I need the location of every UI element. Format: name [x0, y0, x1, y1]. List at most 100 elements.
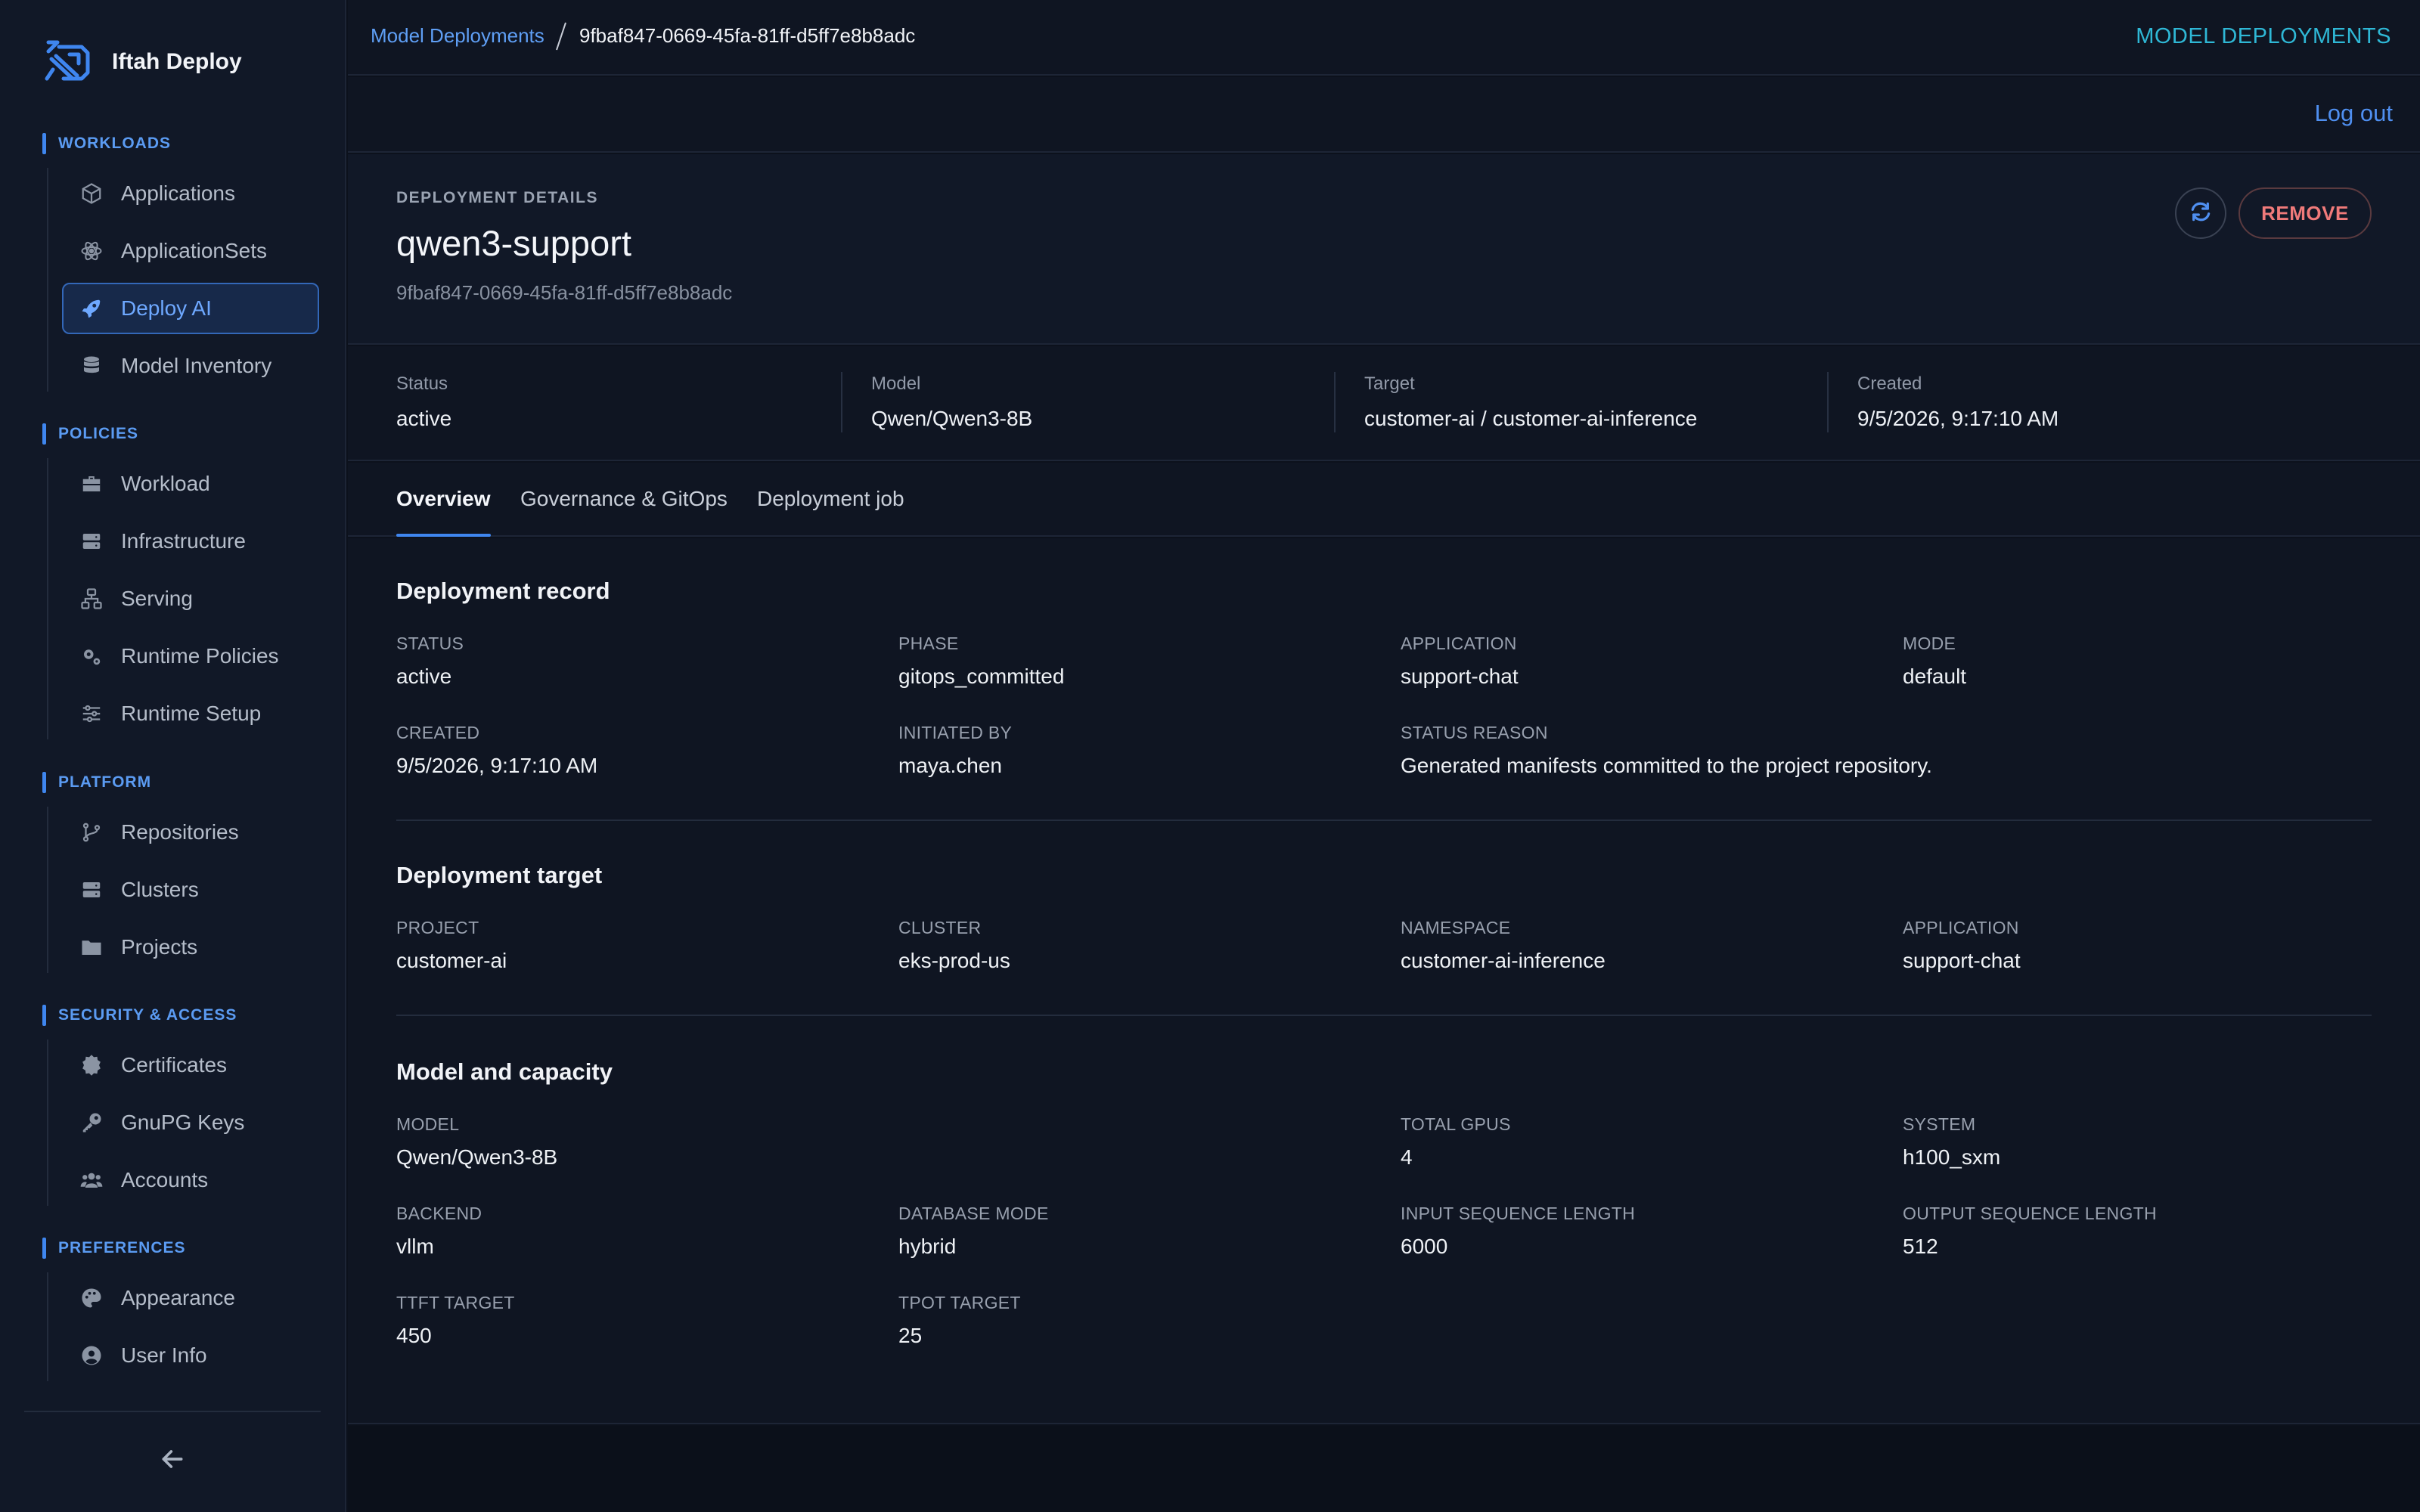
tab-deployment-job[interactable]: Deployment job [757, 487, 904, 537]
tab-overview[interactable]: Overview [396, 487, 491, 537]
remove-button[interactable]: REMOVE [2238, 187, 2372, 239]
summary-strip: Status active Model Qwen/Qwen3-8B Target… [348, 346, 2420, 461]
field-mode: MODE default [1903, 634, 1966, 689]
sidebar-item-label: ApplicationSets [121, 239, 268, 262]
database-icon [79, 353, 104, 379]
field-label: TPOT TARGET [898, 1293, 1021, 1312]
sidebar-item-accounts[interactable]: Accounts [62, 1154, 319, 1206]
server-icon [79, 877, 104, 903]
nav-group-items: Certificates GnuPG Keys Accounts [42, 1040, 319, 1206]
sidebar-item-certificates[interactable]: Certificates [62, 1040, 319, 1091]
field-value: support-chat [1401, 665, 1519, 688]
field-value: 4 [1401, 1145, 1413, 1169]
refresh-button[interactable] [2175, 187, 2226, 239]
field-label: SYSTEM [1903, 1114, 1976, 1134]
field-value: Qwen/Qwen3-8B [396, 1145, 558, 1169]
summary-model: Model Qwen/Qwen3-8B [841, 346, 1334, 460]
field-phase: PHASE gitops_committed [898, 634, 1064, 689]
nav-group-items: Workload Infrastructure Serving Runtime … [42, 458, 319, 739]
sidebar-item-repositories[interactable]: Repositories [62, 807, 319, 858]
deployment-id: 9fbaf847-0669-45fa-81ff-d5ff7e8b8adc [396, 281, 733, 304]
summary-label: Model [871, 373, 921, 394]
deployment-header: DEPLOYMENT DETAILS qwen3-support 9fbaf84… [348, 154, 2420, 345]
sidebar-item-label: Certificates [121, 1053, 228, 1077]
breadcrumb-model-deployments[interactable]: Model Deployments [371, 24, 544, 48]
sidebar-item-label: Infrastructure [121, 529, 246, 553]
field-value: 25 [898, 1324, 923, 1347]
sidebar-item-runtime-setup[interactable]: Runtime Setup [62, 688, 319, 739]
nav-group-platform: PLATFORM Repositories Clusters Projects [42, 772, 319, 979]
sidebar-item-model-inventory[interactable]: Model Inventory [62, 340, 319, 392]
nav-group-label: SECURITY & ACCESS [42, 1005, 319, 1026]
field-label: STATUS REASON [1401, 723, 1548, 742]
field-ttft-target: TTFT TARGET 450 [396, 1293, 515, 1348]
sidebar-item-serving[interactable]: Serving [62, 573, 319, 624]
model-deployments-nav-link[interactable]: MODEL DEPLOYMENTS [2136, 24, 2391, 49]
sidebar-item-deploy-ai[interactable]: Deploy AI [62, 283, 319, 334]
brand[interactable]: Iftah Deploy [42, 39, 242, 85]
sidebar-item-user-info[interactable]: User Info [62, 1330, 319, 1381]
field-label: CLUSTER [898, 918, 982, 937]
logout-link[interactable]: Log out [2315, 100, 2393, 127]
server-icon [79, 528, 104, 554]
arrow-left-icon [157, 1444, 188, 1478]
palette-icon [79, 1285, 104, 1311]
summary-value: Qwen/Qwen3-8B [871, 407, 1033, 430]
field-label: BACKEND [396, 1204, 482, 1223]
sliders-icon [79, 701, 104, 727]
nav-group-preferences: PREFERENCES Appearance User Info [42, 1238, 319, 1387]
field-value: h100_sxm [1903, 1145, 2001, 1169]
field-target-application: APPLICATION support-chat [1903, 918, 2021, 973]
sidebar-item-applications[interactable]: Applications [62, 168, 319, 219]
sidebar-item-workload[interactable]: Workload [62, 458, 319, 510]
field-value: customer-ai-inference [1401, 949, 1606, 972]
field-label: STATUS [396, 634, 464, 653]
sidebar-item-label: Runtime Policies [121, 644, 279, 668]
field-label: APPLICATION [1401, 634, 1517, 653]
field-value: support-chat [1903, 949, 2021, 972]
field-status-reason: STATUS REASON Generated manifests commit… [1401, 723, 1932, 778]
rocket-icon [79, 296, 104, 321]
nav-group-items: Appearance User Info [42, 1272, 319, 1381]
field-value: 450 [396, 1324, 432, 1347]
sidebar-item-projects[interactable]: Projects [62, 922, 319, 973]
summary-value: 9/5/2026, 9:17:10 AM [1857, 407, 2059, 430]
field-label: CREATED [396, 723, 480, 742]
field-value: Generated manifests committed to the pro… [1401, 754, 1932, 777]
field-value: 6000 [1401, 1235, 1448, 1258]
user-circle-icon [79, 1343, 104, 1368]
sidebar-item-label: Runtime Setup [121, 702, 262, 725]
users-icon [79, 1167, 104, 1193]
field-label: NAMESPACE [1401, 918, 1511, 937]
sidebar-item-infrastructure[interactable]: Infrastructure [62, 516, 319, 567]
summary-label: Created [1857, 373, 1922, 394]
section-title-deployment-target: Deployment target [396, 862, 603, 888]
sidebar-item-applicationsets[interactable]: ApplicationSets [62, 225, 319, 277]
top-bar: Model Deployments 9fbaf847-0669-45fa-81f… [348, 0, 2420, 76]
tab-governance-gitops[interactable]: Governance & GitOps [520, 487, 728, 537]
page-footer [348, 1426, 2420, 1512]
tab-bar: Overview Governance & GitOps Deployment … [348, 463, 2420, 537]
sidebar-item-label: Serving [121, 587, 193, 610]
sidebar-item-gnupg-keys[interactable]: GnuPG Keys [62, 1097, 319, 1148]
field-model: MODEL Qwen/Qwen3-8B [396, 1114, 557, 1170]
sidebar-item-label: Workload [121, 472, 210, 495]
field-value: eks-prod-us [898, 949, 1010, 972]
refresh-icon [2189, 200, 2213, 228]
sidebar-item-label: Accounts [121, 1168, 209, 1191]
sidebar: Iftah Deploy WORKLOADS Applications Appl… [0, 0, 346, 1512]
field-input-sequence-length: INPUT SEQUENCE LENGTH 6000 [1401, 1204, 1635, 1259]
nav-group-items: Applications ApplicationSets Deploy AI M… [42, 168, 319, 392]
sidebar-item-clusters[interactable]: Clusters [62, 864, 319, 916]
field-system: SYSTEM h100_sxm [1903, 1114, 2000, 1170]
collapse-sidebar-button[interactable] [151, 1444, 194, 1477]
sidebar-item-appearance[interactable]: Appearance [62, 1272, 319, 1324]
field-cluster: CLUSTER eks-prod-us [898, 918, 1010, 973]
field-label: PROJECT [396, 918, 479, 937]
summary-status: Status active [348, 346, 841, 460]
brand-name: Iftah Deploy [112, 49, 242, 74]
nav-group-security: SECURITY & ACCESS Certificates GnuPG Key… [42, 1005, 319, 1212]
field-label: PHASE [898, 634, 959, 653]
field-value: maya.chen [898, 754, 1002, 777]
sidebar-item-runtime-policies[interactable]: Runtime Policies [62, 631, 319, 682]
